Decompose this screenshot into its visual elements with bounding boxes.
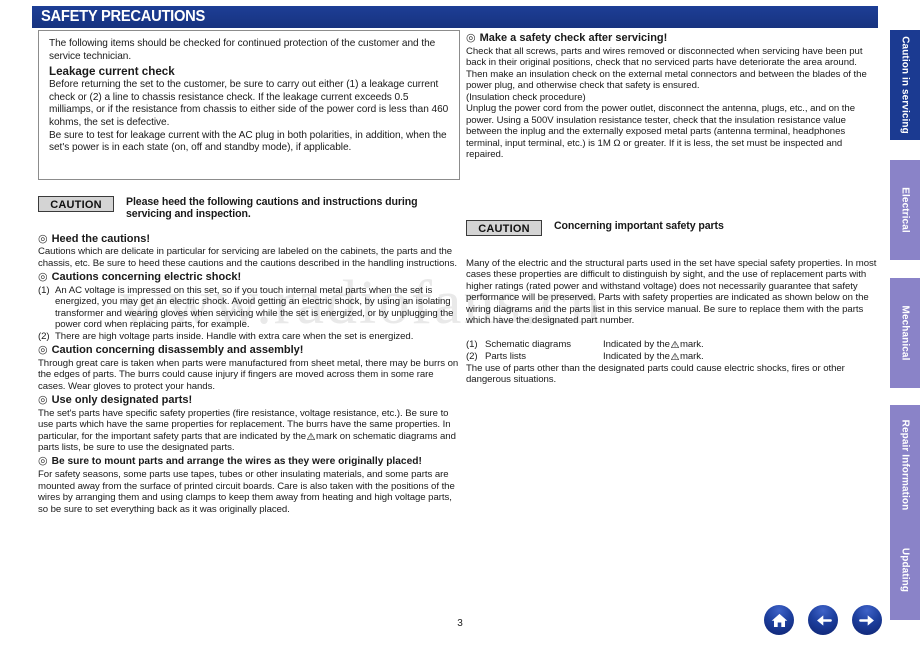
table-row: (2) Parts lists Indicated by the mark. [466,351,878,363]
safety-check-body-3: Unplug the power cord from the power out… [466,103,855,160]
row-item: Parts lists [485,350,527,362]
item-text: There are high voltage parts inside. Han… [55,330,414,342]
section-heading: Cautions concerning electric shock! [51,271,242,284]
row-number: (2) [466,350,478,362]
leakage-current-box: The following items should be checked fo… [38,30,460,180]
sidebar-tab-label: Mechanical [899,305,911,361]
caution-servicing-header: CAUTION Please heed the following cautio… [38,196,460,221]
double-circle-icon: ◎ [38,394,48,407]
row-number: (1) [466,338,478,350]
safety-mark-table: (1) Schematic diagrams Indicated by the m… [466,339,878,363]
sidebar-tab-label: Repair Information [899,419,911,511]
safety-parts-body: Many of the electric and the structural … [466,257,877,327]
back-button[interactable] [808,605,838,635]
warning-triangle-icon [307,432,316,440]
section-heading: Use only designated parts! [51,394,193,407]
warning-triangle-icon [670,352,679,360]
section-designated-parts: ◎ Use only designated parts! The set's p… [38,393,460,454]
row-desc-after: mark. [679,350,704,362]
section-heading-row: ◎ Caution concerning disassembly and ass… [38,343,460,358]
caution-safety-parts-text: Concerning important safety parts [554,219,724,232]
home-icon [770,611,789,630]
section-disassembly-assembly: ◎ Caution concerning disassembly and ass… [38,343,460,392]
forward-button[interactable] [852,605,882,635]
right-column: ◎ Make a safety check after servicing! C… [466,30,878,386]
section-body: For safety seasons, some parts use tapes… [38,469,455,515]
section-body: Through great care is taken when parts w… [38,357,459,392]
sidebar-tab-updating[interactable]: Updating [890,520,920,620]
page-title: SAFETY PRECAUTIONS [41,8,206,25]
caution-safety-parts-header: CAUTION Concerning important safety part… [466,219,878,236]
leakage-current-body-1: Before returning the set to the customer… [49,79,449,128]
sidebar-tab-label: Updating [899,547,911,593]
sidebar-tab-label: Electrical [899,187,911,233]
arrow-left-icon [814,611,833,630]
safety-parts-closing: The use of parts other than the designat… [466,362,845,386]
sidebar-tab-repair-information[interactable]: Repair Information [890,405,920,525]
table-row: (1) Schematic diagrams Indicated by the m… [466,339,878,351]
double-circle-icon: ◎ [38,454,48,467]
section-heading-row: ◎ Be sure to mount parts and arrange the… [38,455,460,470]
section-tabs-sidebar: Caution in servicing Electrical Mechanical… [890,0,920,651]
section-mount-parts-arrange-wires: ◎ Be sure to mount parts and arrange the… [38,455,460,516]
section-heed-the-cautions: ◎ Heed the cautions! Cautions which are … [38,232,460,270]
double-circle-icon: ◎ [38,344,48,357]
leakage-current-heading: Leakage current check [49,65,175,79]
left-sections: ◎ Heed the cautions! Cautions which are … [38,232,460,516]
row-desc-before: Indicated by the [603,338,670,350]
intro-paragraph: The following items should be checked fo… [49,38,436,62]
section-electric-shock: ◎ Cautions concerning electric shock! (1… [38,270,460,342]
section-heading-row: ◎ Heed the cautions! [38,232,460,247]
section-heading-row: ◎ Make a safety check after servicing! [466,31,878,46]
section-heading: Heed the cautions! [51,232,151,245]
sidebar-tab-electrical[interactable]: Electrical [890,160,920,260]
row-description: Indicated by the mark. [603,351,878,363]
numbered-item: (2) There are high voltage parts inside.… [38,331,460,343]
insulation-check-procedure-label: (Insulation check procedure) [466,91,586,103]
item-number: (1) [38,284,50,296]
item-number: (2) [38,330,50,342]
row-desc-before: Indicated by the [603,350,670,362]
section-heading-row: ◎ Cautions concerning electric shock! [38,270,460,285]
safety-check-body-1: Check that all screws, parts and wires r… [466,45,867,92]
section-body: Cautions which are delicate in particula… [38,246,457,269]
row-desc-after: mark. [679,338,704,350]
leakage-current-body-2: Be sure to test for leakage current with… [49,129,447,154]
bottom-navigation [764,605,882,635]
section-safety-check-after-servicing: ◎ Make a safety check after servicing! C… [466,31,878,161]
section-heading-row: ◎ Use only designated parts! [38,393,460,408]
left-column: The following items should be checked fo… [38,30,460,515]
double-circle-icon: ◎ [38,232,48,245]
caution-chip-left: CAUTION [38,196,114,212]
arrow-right-icon [858,611,877,630]
home-button[interactable] [764,605,794,635]
sidebar-tab-mechanical[interactable]: Mechanical [890,278,920,388]
warning-triangle-icon [670,340,679,348]
section-heading: Caution concerning disassembly and assem… [51,344,304,357]
caution-servicing-text: Please heed the following cautions and i… [126,196,418,221]
page-header-bar: SAFETY PRECAUTIONS [32,6,878,28]
caution-chip-right: CAUTION [466,219,542,236]
section-heading: Make a safety check after servicing! [479,32,668,44]
double-circle-icon: ◎ [38,271,48,284]
item-text: An AC voltage is impressed on this set, … [55,284,454,331]
sidebar-tab-caution-in-servicing[interactable]: Caution in servicing [890,30,920,140]
section-body: The set's parts have specific safety pro… [38,408,460,454]
numbered-item: (1) An AC voltage is impressed on this s… [38,285,460,331]
double-circle-icon: ◎ [466,32,476,44]
row-description: Indicated by the mark. [603,339,878,351]
section-heading: Be sure to mount parts and arrange the w… [51,455,422,467]
row-item: Schematic diagrams [485,338,572,350]
sidebar-tab-label: Caution in servicing [899,36,911,134]
